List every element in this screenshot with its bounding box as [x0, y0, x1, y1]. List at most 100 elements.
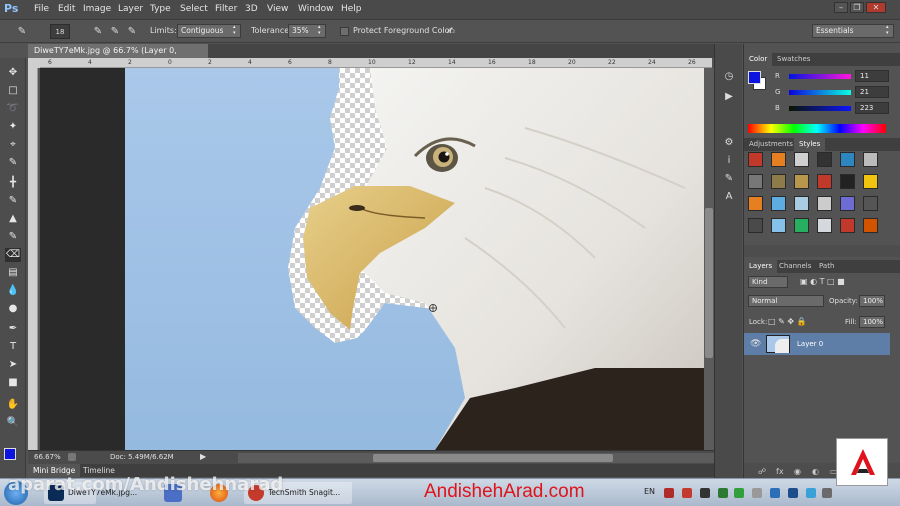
menu-filter[interactable]: Filter: [215, 4, 237, 14]
style-swatch[interactable]: [840, 174, 855, 189]
layer-kind-filter[interactable]: Kind: [748, 276, 788, 288]
history-icon[interactable]: ◷: [722, 70, 736, 83]
menu-image[interactable]: Image: [83, 4, 111, 14]
tray-icon-10[interactable]: [822, 488, 832, 498]
tab-channels[interactable]: Channels: [774, 260, 816, 273]
style-swatch[interactable]: [771, 196, 786, 211]
marquee-tool-icon[interactable]: □: [5, 84, 21, 98]
menu-view[interactable]: View: [267, 4, 288, 14]
sampling-once-icon[interactable]: ✎: [107, 24, 123, 39]
style-swatch[interactable]: [863, 218, 878, 233]
quick-select-tool-icon[interactable]: ✦: [5, 120, 21, 134]
mask-icon[interactable]: ◉: [794, 467, 801, 476]
restore-icon[interactable]: ❐: [850, 2, 864, 13]
tab-color[interactable]: Color: [744, 53, 773, 66]
vertical-scroll-thumb[interactable]: [705, 208, 713, 358]
layer-row[interactable]: 👁 Layer 0: [744, 333, 890, 355]
blue-value[interactable]: 223: [855, 102, 889, 114]
eraser-tool-icon[interactable]: ⌫: [5, 248, 21, 262]
menu-window[interactable]: Window: [298, 4, 334, 14]
tray-icon-9[interactable]: [806, 488, 816, 498]
adjustment-layer-icon[interactable]: ◐: [812, 467, 819, 476]
menu-edit[interactable]: Edit: [58, 4, 75, 14]
green-value[interactable]: 21: [855, 86, 889, 98]
blue-channel-slider[interactable]: B 223: [749, 102, 897, 116]
tray-icon-8[interactable]: [788, 488, 798, 498]
tab-swatches[interactable]: Swatches: [772, 53, 815, 66]
tray-icon-6[interactable]: [752, 488, 762, 498]
tray-icon-2[interactable]: [682, 488, 692, 498]
crop-tool-icon[interactable]: ⌖: [5, 138, 21, 152]
minimize-icon[interactable]: –: [834, 2, 848, 13]
menu-layer[interactable]: Layer: [118, 4, 143, 14]
history-brush-tool-icon[interactable]: ✎: [5, 230, 21, 244]
menu-help[interactable]: Help: [341, 4, 362, 14]
filter-icons[interactable]: ▣ ◐ T □ ■: [800, 277, 845, 286]
menu-select[interactable]: Select: [180, 4, 208, 14]
shape-tool-icon[interactable]: ■: [5, 376, 21, 390]
gradient-tool-icon[interactable]: ▤: [5, 266, 21, 280]
language-indicator[interactable]: EN: [644, 487, 655, 496]
style-swatch[interactable]: [863, 196, 878, 211]
tab-layers[interactable]: Layers: [744, 260, 778, 273]
brush-tool-icon[interactable]: ✎: [5, 194, 21, 208]
actions-icon[interactable]: ▶: [722, 90, 736, 103]
properties-icon[interactable]: ⚙: [722, 136, 736, 149]
play-icon[interactable]: [734, 488, 744, 498]
color-spectrum[interactable]: [748, 124, 886, 133]
tab-adjustments[interactable]: Adjustments: [744, 138, 798, 151]
background-eraser-icon[interactable]: ✎: [14, 24, 30, 39]
sampling-swatch-icon[interactable]: ✎: [124, 24, 140, 39]
type-tool-icon[interactable]: T: [5, 340, 21, 354]
style-swatch[interactable]: [840, 218, 855, 233]
status-arrow-icon[interactable]: ▶: [200, 452, 206, 461]
path-select-tool-icon[interactable]: ➤: [5, 358, 21, 372]
style-swatch[interactable]: [817, 196, 832, 211]
style-swatch[interactable]: [840, 152, 855, 167]
style-swatch[interactable]: [748, 218, 763, 233]
red-value[interactable]: 11: [855, 70, 889, 82]
zoom-level[interactable]: 66.67%: [34, 453, 61, 461]
eyedropper-tool-icon[interactable]: ✎: [5, 156, 21, 170]
visibility-eye-icon[interactable]: 👁: [750, 339, 761, 349]
style-swatch[interactable]: [817, 174, 832, 189]
menu-3d[interactable]: 3D: [245, 4, 258, 14]
zoom-tool-icon[interactable]: 🔍: [5, 416, 21, 430]
layer-name[interactable]: Layer 0: [797, 340, 823, 348]
red-channel-slider[interactable]: R 11: [749, 70, 897, 84]
move-tool-icon[interactable]: ✥: [5, 66, 21, 80]
foreground-color-swatch[interactable]: [4, 448, 16, 460]
document-tab[interactable]: DiweTY7eMk.jpg @ 66.7% (Layer 0, RGB/8#)…: [28, 44, 208, 69]
tray-icon-1[interactable]: [664, 488, 674, 498]
healing-tool-icon[interactable]: ╋: [5, 176, 21, 190]
horizontal-scrollbar[interactable]: [238, 453, 714, 463]
brush-presets-icon[interactable]: ✎: [722, 172, 736, 185]
style-swatch[interactable]: [863, 152, 878, 167]
green-track[interactable]: [789, 90, 851, 95]
tab-styles[interactable]: Styles: [794, 138, 826, 151]
link-layers-icon[interactable]: ☍: [758, 467, 766, 476]
fx-icon[interactable]: fx: [776, 467, 784, 476]
style-swatch[interactable]: [771, 152, 786, 167]
style-swatch[interactable]: [794, 218, 809, 233]
fill-field[interactable]: 100%: [859, 316, 885, 328]
workspace-select[interactable]: Essentials: [812, 24, 894, 38]
style-swatch[interactable]: [794, 174, 809, 189]
limits-select[interactable]: Contiguous: [177, 24, 241, 38]
tray-icon-7[interactable]: [770, 488, 780, 498]
brush-size-picker[interactable]: 18: [50, 24, 70, 39]
tray-icon-3[interactable]: [700, 488, 710, 498]
stamp-tool-icon[interactable]: ▲: [5, 212, 21, 226]
style-swatch[interactable]: [748, 152, 763, 167]
opacity-field[interactable]: 100%: [859, 295, 885, 307]
status-menu-icon[interactable]: [68, 453, 76, 461]
red-track[interactable]: [789, 74, 851, 79]
blend-mode-select[interactable]: Normal: [748, 295, 824, 307]
menu-type[interactable]: Type: [150, 4, 171, 14]
style-swatch[interactable]: [863, 174, 878, 189]
menu-file[interactable]: File: [34, 4, 49, 14]
style-swatch[interactable]: [771, 218, 786, 233]
pen-tool-icon[interactable]: ✒: [5, 322, 21, 336]
style-swatch[interactable]: [817, 152, 832, 167]
sampling-continuous-icon[interactable]: ✎: [90, 24, 106, 39]
